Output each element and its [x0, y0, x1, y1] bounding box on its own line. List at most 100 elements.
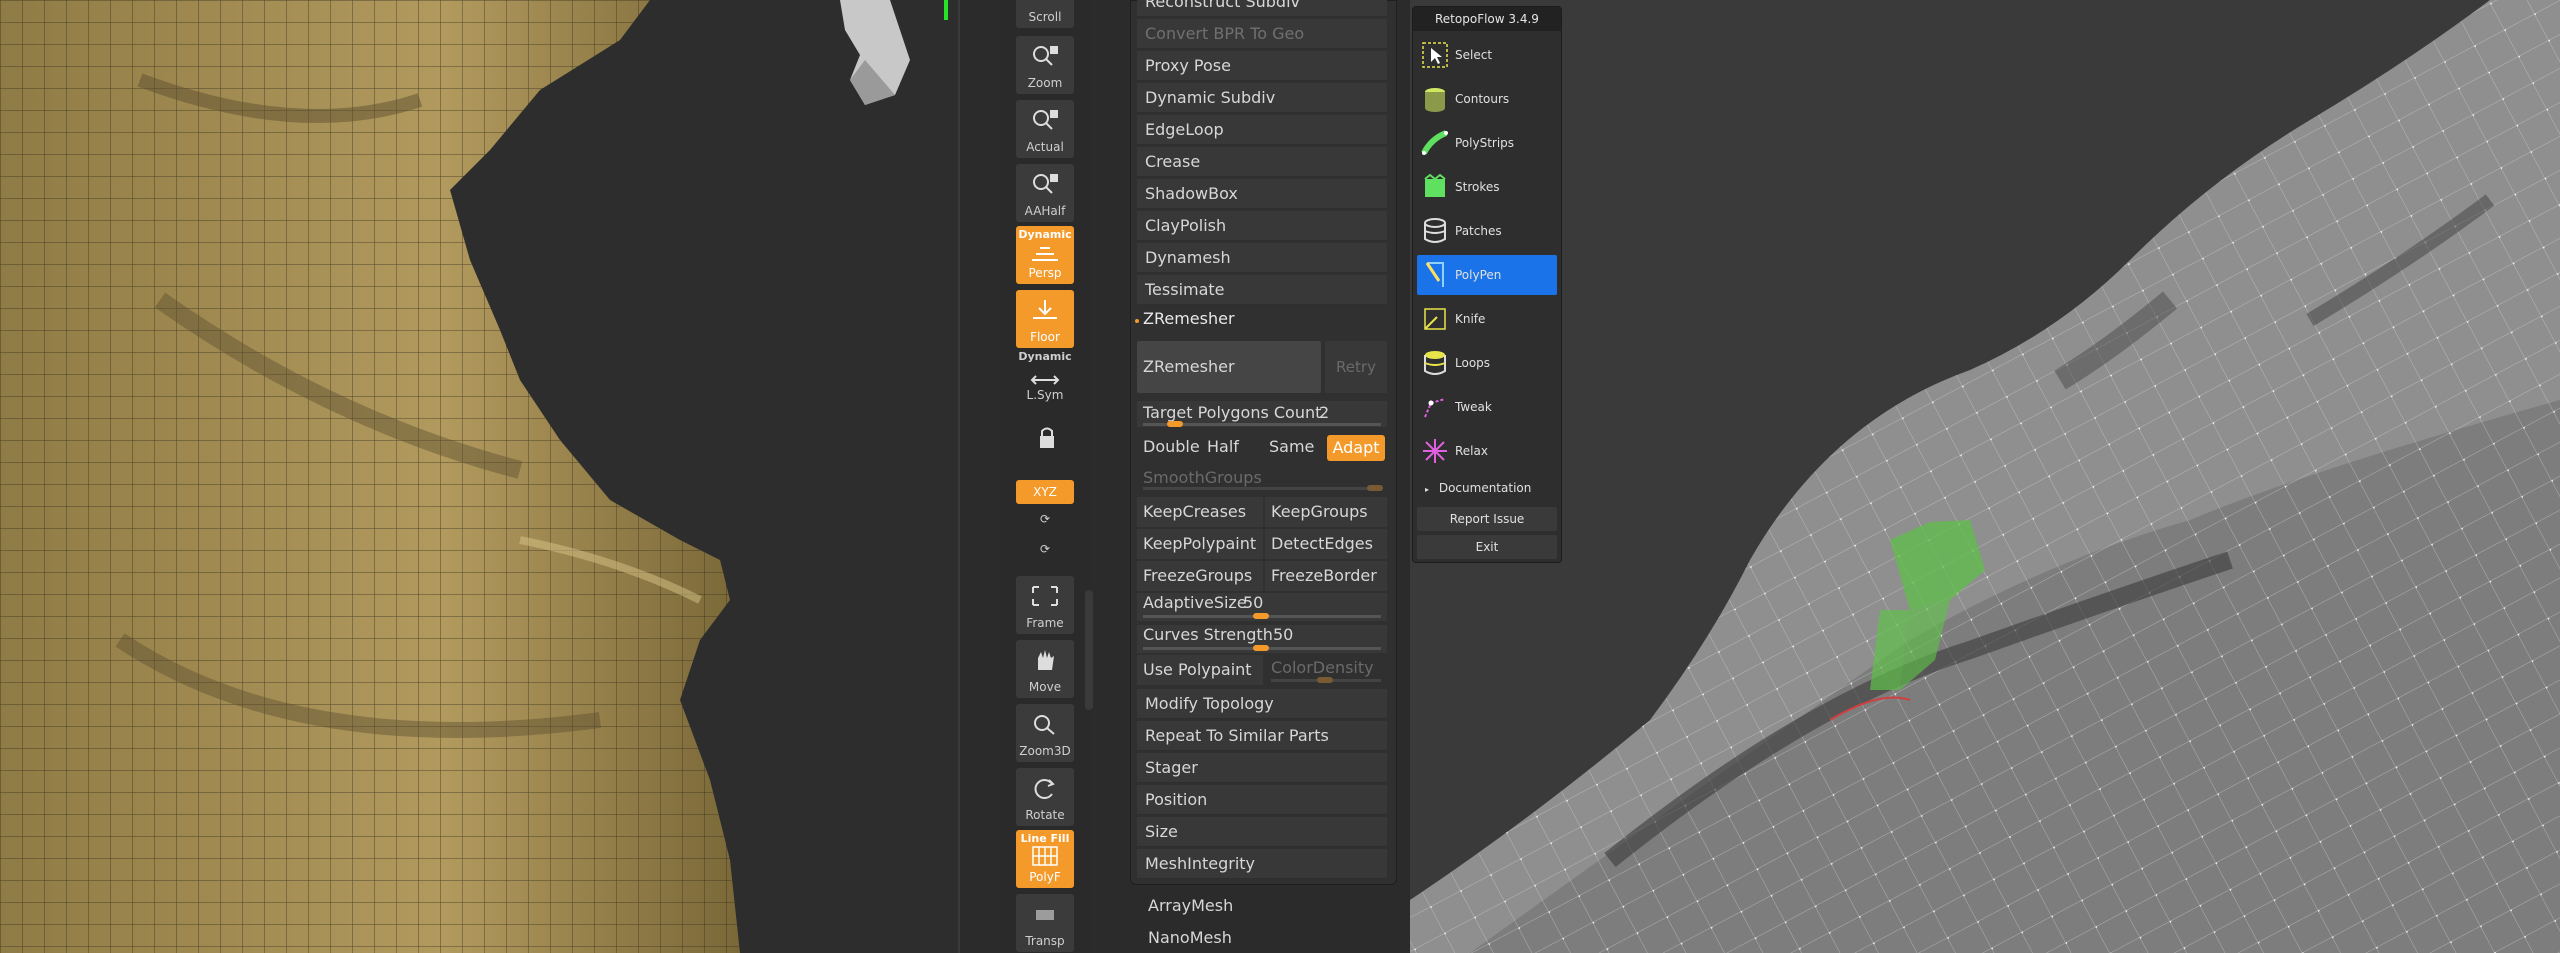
retopoflow-title[interactable]: RetopoFlow 3.4.9 — [1413, 7, 1561, 31]
keeppolypaint-toggle[interactable]: KeepPolypaint — [1137, 529, 1263, 559]
rf-tool-relax[interactable]: Relax — [1417, 431, 1557, 471]
adaptivesize-slider[interactable]: AdaptiveSize 50 — [1137, 593, 1387, 621]
blender-viewport[interactable] — [1410, 0, 2560, 953]
modify-topology-button[interactable]: Modify Topology — [1137, 689, 1387, 719]
claypolish-button[interactable]: ClayPolish — [1137, 211, 1387, 241]
dynamic-caption: Dynamic — [1018, 350, 1072, 363]
lsym-label: L.Sym — [1026, 388, 1064, 402]
arraymesh-header[interactable]: ArrayMesh — [1148, 896, 1233, 915]
freezeborder-label: FreezeBorder — [1271, 566, 1377, 585]
tessimate-button[interactable]: Tessimate — [1137, 275, 1387, 305]
transp-label: Transp — [1025, 934, 1065, 948]
rf-tool-patches[interactable]: Patches — [1417, 211, 1557, 251]
zremesher-header[interactable]: ZRemesher — [1143, 309, 1235, 328]
zoom3d-icon — [1034, 715, 1055, 735]
strokes-icon — [1424, 173, 1446, 197]
rf-tool-polystrips[interactable]: PolyStrips — [1417, 123, 1557, 163]
rotate-y-icon[interactable]: ⟳ — [1034, 512, 1056, 534]
target-polygons-slider[interactable]: Target Polygons Count 2 — [1137, 401, 1387, 427]
documentation-collapse[interactable]: ▸ Documentation — [1425, 481, 1531, 495]
exit-button[interactable]: Exit — [1417, 535, 1557, 559]
dynamesh-button[interactable]: Dynamesh — [1137, 243, 1387, 273]
zremesher-button[interactable]: ZRemesher — [1137, 341, 1321, 393]
rf-tool-contours[interactable]: Contours — [1417, 79, 1557, 119]
zoom-icon — [1033, 46, 1058, 66]
frame-icon — [1032, 586, 1058, 606]
knife-icon — [1424, 308, 1446, 330]
transparency-icon — [1036, 910, 1054, 920]
persp-button[interactable]: Dynamic Persp — [1016, 226, 1074, 284]
rf-tool-knife[interactable]: Knife — [1417, 299, 1557, 339]
lsym-button[interactable]: L.Sym — [1016, 364, 1074, 406]
actual-label: Actual — [1026, 140, 1064, 154]
actual-button[interactable]: Actual — [1016, 100, 1074, 158]
half-button[interactable]: Half — [1207, 433, 1239, 461]
rotate-z-icon[interactable]: ⟳ — [1034, 542, 1056, 564]
keepgroups-toggle[interactable]: KeepGroups — [1265, 497, 1387, 527]
lock-icon — [1040, 427, 1054, 448]
move-button[interactable]: Move — [1016, 640, 1074, 698]
aahalf-button[interactable]: AAHalf — [1016, 164, 1074, 222]
repeat-similar-parts-button[interactable]: Repeat To Similar Parts — [1137, 721, 1387, 751]
zbrush-viewport[interactable] — [0, 0, 960, 953]
orientation-head-icon[interactable] — [820, 0, 940, 110]
size-button[interactable]: Size — [1137, 817, 1387, 847]
zoom-button[interactable]: Zoom — [1016, 36, 1074, 94]
polystrips-icon — [1421, 130, 1448, 155]
position-button[interactable]: Position — [1137, 785, 1387, 815]
double-button[interactable]: Double — [1143, 433, 1200, 461]
rf-tool-polypen[interactable]: PolyPen — [1417, 255, 1557, 295]
shelf-scrollbar[interactable] — [1085, 590, 1093, 710]
scroll-label: Scroll — [1028, 10, 1062, 24]
zoom3d-label: Zoom3D — [1019, 744, 1071, 758]
aahalf-label: AAHalf — [1024, 204, 1066, 218]
rf-tool-strokes[interactable]: Strokes — [1417, 167, 1557, 207]
rf-tool-patches-label: Patches — [1455, 224, 1502, 238]
proxy-pose-button[interactable]: Proxy Pose — [1137, 51, 1387, 81]
usepolypaint-toggle[interactable]: Use Polypaint — [1137, 655, 1263, 685]
keepcreases-toggle[interactable]: KeepCreases — [1137, 497, 1263, 527]
rf-tool-select[interactable]: Select — [1417, 35, 1557, 75]
frame-button[interactable]: Frame — [1016, 576, 1074, 634]
rf-tool-loops[interactable]: Loops — [1417, 343, 1557, 383]
same-button[interactable]: Same — [1269, 433, 1314, 461]
meshintegrity-button[interactable]: MeshIntegrity — [1137, 849, 1387, 879]
transp-button[interactable]: Transp — [1016, 894, 1074, 952]
rf-tool-relax-label: Relax — [1455, 444, 1488, 458]
rf-tool-loops-label: Loops — [1455, 356, 1491, 370]
polyframe-icon — [1032, 846, 1058, 866]
colordensity-slider: ColorDensity — [1265, 655, 1387, 685]
report-issue-button[interactable]: Report Issue — [1417, 507, 1557, 531]
freezegroups-label: FreezeGroups — [1143, 566, 1253, 585]
freezegroups-toggle[interactable]: FreezeGroups — [1137, 561, 1263, 591]
reconstruct-subdiv-button[interactable]: Reconstruct Subdiv — [1137, 0, 1387, 17]
polyf-button[interactable]: Line Fill PolyF — [1016, 830, 1074, 888]
patches-icon — [1424, 218, 1446, 243]
curves-strength-value: 50 — [1273, 625, 1294, 644]
adapt-toggle[interactable]: Adapt — [1327, 435, 1385, 461]
shadowbox-button[interactable]: ShadowBox — [1137, 179, 1387, 209]
floor-label: Floor — [1030, 330, 1060, 344]
rf-tool-tweak[interactable]: Tweak — [1417, 387, 1557, 427]
curves-strength-slider[interactable]: Curves Strength 50 — [1137, 625, 1387, 653]
detectedges-toggle[interactable]: DetectEdges — [1265, 529, 1387, 559]
curves-strength-label: Curves Strength — [1143, 625, 1273, 644]
edgeloop-button[interactable]: EdgeLoop — [1137, 115, 1387, 145]
freezeborder-toggle[interactable]: FreezeBorder — [1265, 561, 1387, 591]
crease-button[interactable]: Crease — [1137, 147, 1387, 177]
colordensity-label: ColorDensity — [1271, 658, 1374, 677]
frame-label: Frame — [1026, 616, 1064, 630]
dynamic-subdiv-button[interactable]: Dynamic Subdiv — [1137, 83, 1387, 113]
xyz-button[interactable]: XYZ — [1016, 480, 1074, 504]
zoom3d-button[interactable]: Zoom3D — [1016, 704, 1074, 762]
rf-tool-tweak-label: Tweak — [1455, 400, 1492, 414]
nanomesh-header[interactable]: NanoMesh — [1148, 928, 1232, 947]
expand-dot-icon — [1135, 319, 1139, 323]
lock-button[interactable] — [1016, 418, 1074, 464]
polypen-icon — [1425, 262, 1444, 287]
rotate-button[interactable]: Rotate — [1016, 768, 1074, 826]
floor-button[interactable]: Floor — [1016, 290, 1074, 348]
stager-button[interactable]: Stager — [1137, 753, 1387, 783]
scroll-button[interactable]: Scroll — [1016, 0, 1074, 28]
keepcreases-label: KeepCreases — [1143, 502, 1247, 521]
